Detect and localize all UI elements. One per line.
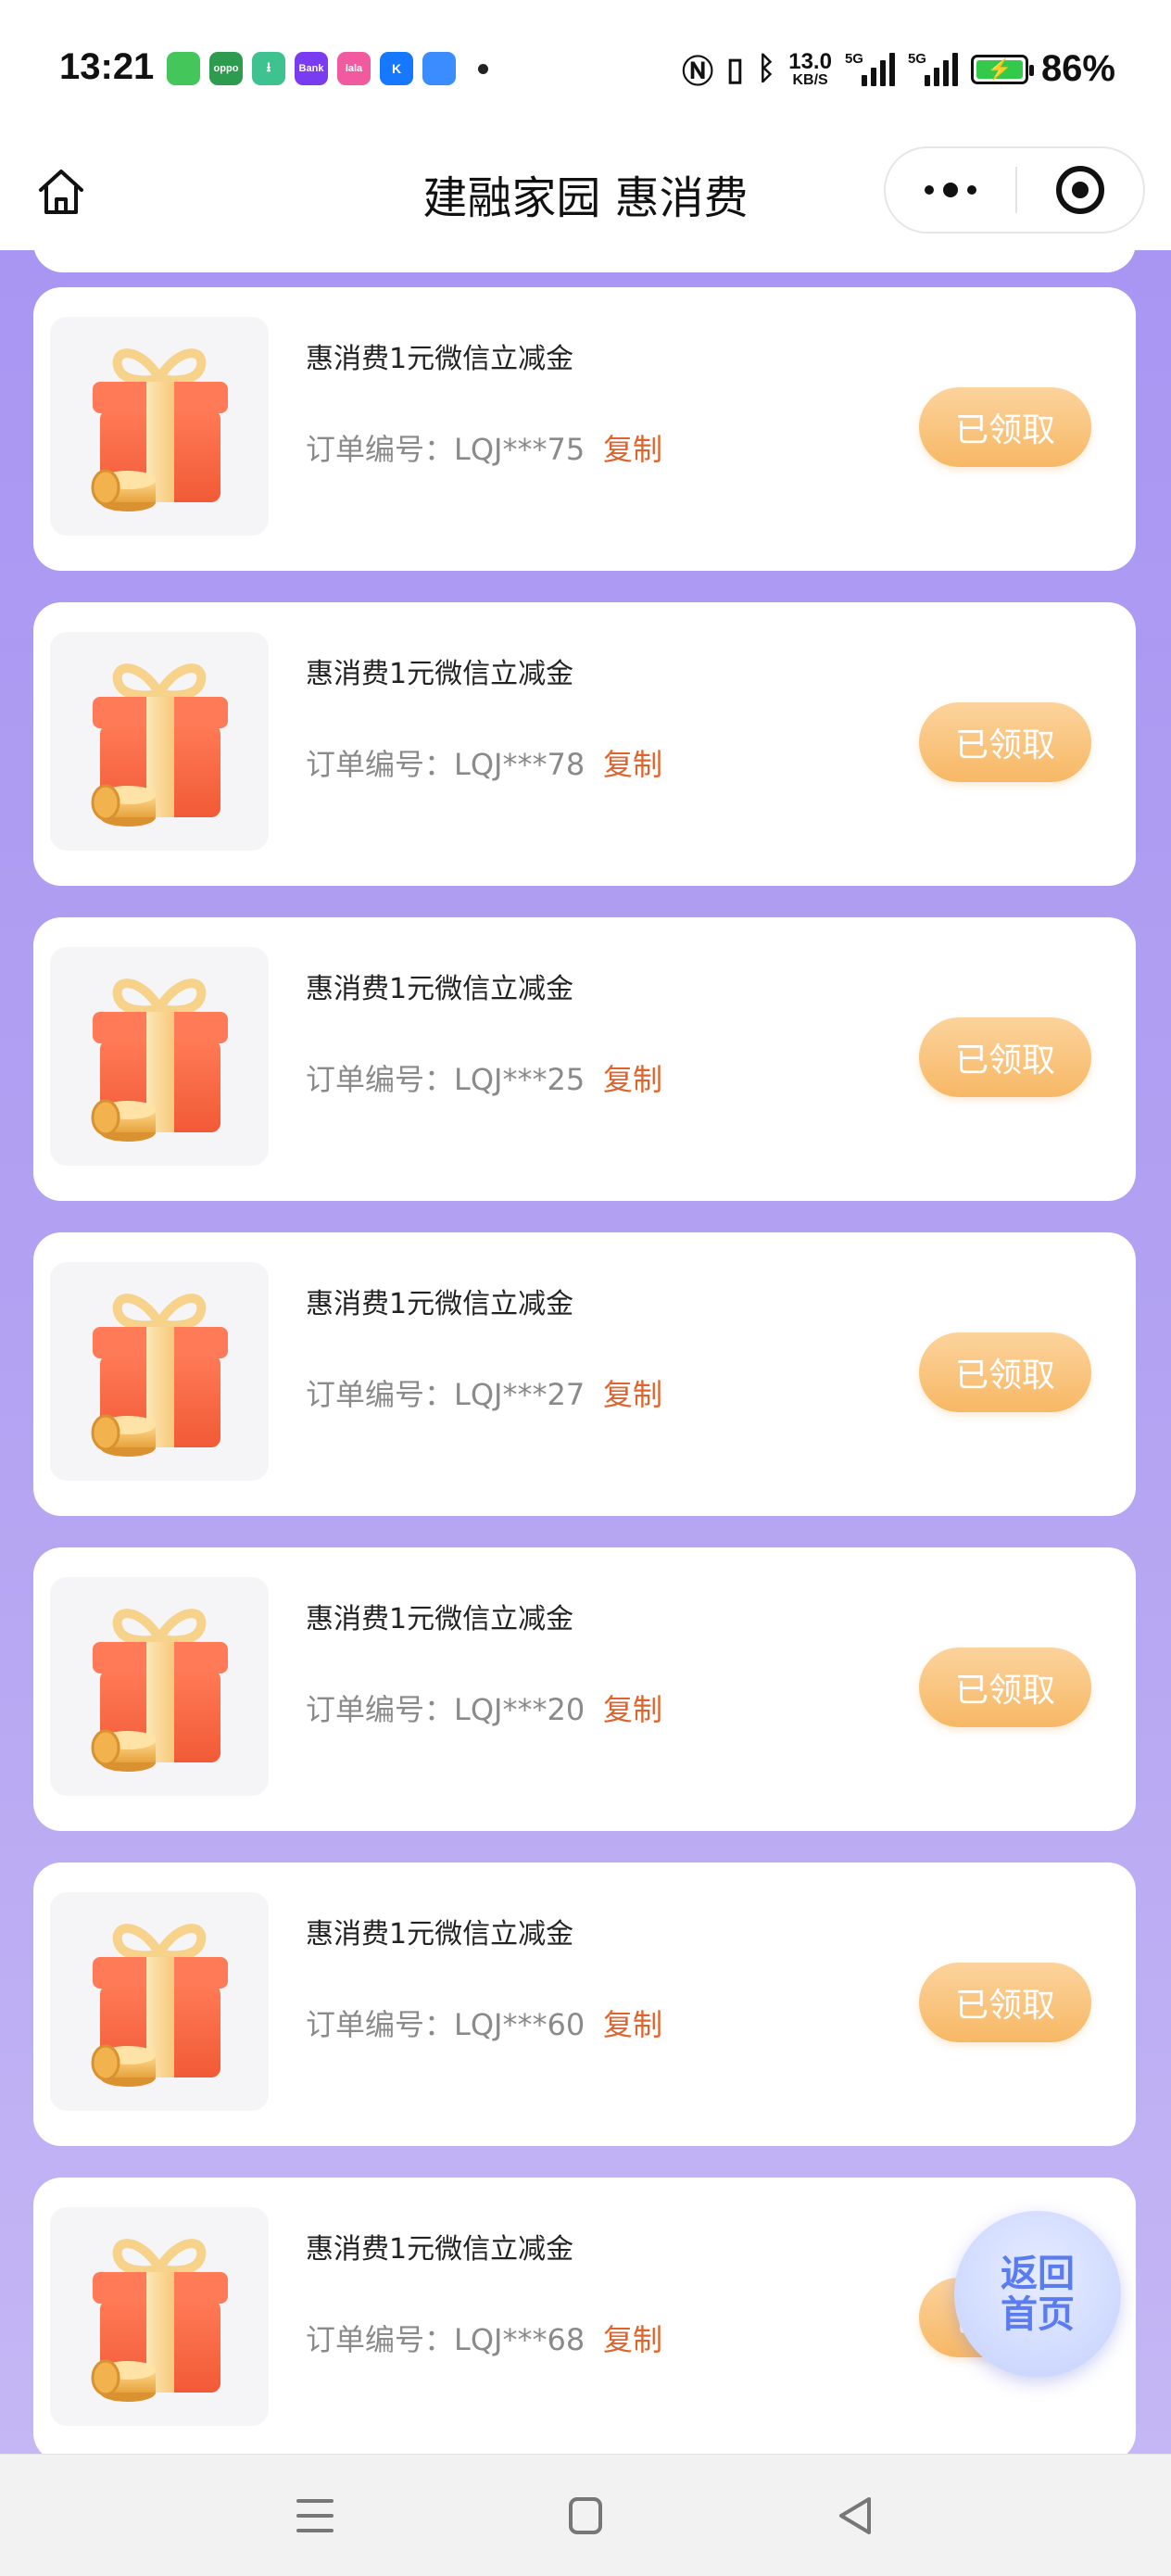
recent-apps-icon[interactable]	[287, 2492, 343, 2540]
coupon-card: 惠消费1元微信立减金 订单编号：LQJ***20 复制 已领取	[33, 1547, 1136, 1831]
coupon-title: 惠消费1元微信立减金	[306, 1603, 574, 1635]
vibrate-icon: ▯	[726, 51, 744, 87]
battery-percent: 86%	[1040, 48, 1115, 89]
bluetooth-icon: ᛒ	[756, 51, 776, 86]
notification-app-icons: oppo ⭳ Bank lala K	[167, 52, 488, 85]
gift-box-icon	[50, 2207, 269, 2426]
messages-app-icon	[167, 52, 200, 85]
copy-order-link[interactable]: 复制	[603, 426, 662, 469]
home-square-icon[interactable]	[558, 2492, 613, 2540]
capsule-menu	[884, 146, 1145, 234]
claimed-button[interactable]: 已领取	[919, 387, 1091, 467]
claimed-button[interactable]: 已领取	[919, 1017, 1091, 1097]
network-speed: 13.0 KB/S	[788, 48, 832, 88]
status-bar: 13:21 oppo ⭳ Bank lala K Ⓝ ▯ ᛒ 13.0 KB/S 5G …	[0, 0, 1171, 139]
gift-box-icon	[50, 947, 269, 1166]
target-icon	[1056, 166, 1104, 214]
coupon-card: 惠消费1元微信立减金 订单编号：LQJ***75 复制 已领取	[33, 287, 1136, 571]
coupon-list[interactable]: 惠消费1元微信立减金 订单编号：LQJ***75 复制 已领取 惠消费1元微信立…	[0, 250, 1171, 2454]
coupon-title: 惠消费1元微信立减金	[306, 658, 574, 690]
claimed-button[interactable]: 已领取	[919, 1963, 1091, 2042]
close-mini-program-button[interactable]	[1017, 148, 1143, 232]
order-number: 订单编号：LQJ***75	[306, 432, 586, 467]
oppo-app-icon: oppo	[209, 52, 243, 85]
order-number: 订单编号：LQJ***78	[306, 747, 586, 782]
claimed-button[interactable]: 已领取	[919, 702, 1091, 782]
coupon-title: 惠消费1元微信立减金	[306, 973, 574, 1005]
coupon-title: 惠消费1元微信立减金	[306, 343, 574, 375]
back-to-home-button[interactable]: 返回 首页	[954, 2211, 1121, 2378]
lala-app-icon: lala	[337, 52, 371, 85]
battery-icon: ⚡	[970, 54, 1034, 84]
system-navigation-bar	[0, 2454, 1171, 2576]
order-number: 订单编号：LQJ***60	[306, 2007, 586, 2042]
claimed-button[interactable]: 已领取	[919, 1332, 1091, 1412]
order-number: 订单编号：LQJ***68	[306, 2322, 586, 2357]
status-time: 13:21	[59, 46, 155, 87]
k-app-icon: K	[380, 52, 413, 85]
gift-box-icon	[50, 632, 269, 851]
back-triangle-icon[interactable]	[828, 2492, 884, 2540]
gift-box-icon	[50, 317, 269, 536]
order-number: 订单编号：LQJ***25	[306, 1062, 586, 1097]
coupon-card: 惠消费1元微信立减金 订单编号：LQJ***27 复制 已领取	[33, 1232, 1136, 1516]
more-options-button[interactable]	[886, 148, 1015, 232]
copy-order-link[interactable]: 复制	[603, 1371, 662, 1414]
copy-order-link[interactable]: 复制	[603, 1056, 662, 1099]
coupon-card: 惠消费1元微信立减金 订单编号：LQJ***25 复制 已领取	[33, 917, 1136, 1201]
copy-order-link[interactable]: 复制	[603, 2001, 662, 2044]
gift-box-icon	[50, 1892, 269, 2111]
nfc-icon: Ⓝ	[682, 55, 714, 90]
more-notifications-dot	[478, 63, 488, 74]
copy-order-link[interactable]: 复制	[603, 741, 662, 784]
copy-order-link[interactable]: 复制	[603, 2317, 662, 2359]
coupon-title: 惠消费1元微信立减金	[306, 1288, 574, 1320]
browser-app-icon	[422, 52, 456, 85]
download-app-icon: ⭳	[252, 52, 285, 85]
claimed-button[interactable]: 已领取	[919, 1648, 1091, 1727]
gift-box-icon	[50, 1577, 269, 1796]
coupon-title: 惠消费1元微信立减金	[306, 1918, 574, 1951]
order-number: 订单编号：LQJ***27	[306, 1377, 586, 1412]
mini-program-navbar: 建融家园 惠消费	[0, 139, 1171, 250]
copy-order-link[interactable]: 复制	[603, 1686, 662, 1729]
signal-5g-icon-1: 5G	[845, 51, 895, 86]
coupon-card: 惠消费1元微信立减金 订单编号：LQJ***78 复制 已领取	[33, 602, 1136, 886]
coupon-title: 惠消费1元微信立减金	[306, 2233, 574, 2266]
coupon-card: 惠消费1元微信立减金 订单编号：LQJ***60 复制 已领取	[33, 1863, 1136, 2146]
signal-5g-icon-2: 5G	[908, 51, 958, 86]
status-indicators: Ⓝ ▯ ᛒ 13.0 KB/S 5G 5G ⚡ 86%	[682, 46, 1115, 92]
order-number: 订单编号：LQJ***20	[306, 1692, 586, 1727]
gift-box-icon	[50, 1262, 269, 1481]
bank-app-icon: Bank	[295, 52, 328, 85]
previous-card-edge	[33, 250, 1136, 272]
